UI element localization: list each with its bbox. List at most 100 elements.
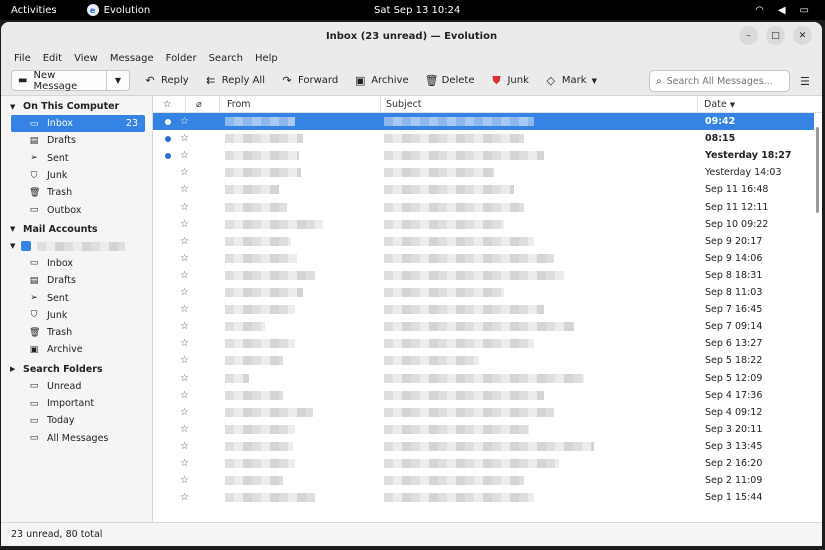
reply-all-button[interactable]: ⇇ Reply All xyxy=(205,74,265,87)
minimize-button[interactable]: – xyxy=(739,26,758,45)
star-icon[interactable]: ☆ xyxy=(180,458,189,469)
account-folder-junk[interactable]: ⛉ Junk xyxy=(1,307,152,324)
section-on-this-computer[interactable]: ▼ On This Computer xyxy=(1,98,152,115)
star-icon[interactable]: ☆ xyxy=(180,167,189,178)
table-row[interactable]: ☆ 08:15 xyxy=(153,130,814,147)
delete-button[interactable]: 🗑 Delete xyxy=(425,74,475,87)
maximize-button[interactable]: □ xyxy=(766,26,785,45)
from-column-header[interactable]: From xyxy=(227,99,251,110)
star-icon[interactable]: ☆ xyxy=(180,253,189,264)
account-folder-drafts[interactable]: ▤ Drafts xyxy=(1,272,152,289)
date-column-header[interactable]: Date ▼ xyxy=(704,99,735,110)
folder-outbox[interactable]: ▭ Outbox xyxy=(1,201,152,218)
menu-search[interactable]: Search xyxy=(209,53,243,64)
table-row[interactable]: ☆ Sep 6 13:27 xyxy=(153,335,814,352)
search-folder-important[interactable]: ▭ Important xyxy=(1,395,152,412)
table-row[interactable]: ☆ Sep 3 20:11 xyxy=(153,421,814,438)
mark-button[interactable]: ◇ Mark ▼ xyxy=(545,74,597,87)
table-row[interactable]: ☆ Sep 8 18:31 xyxy=(153,267,814,284)
star-icon[interactable]: ☆ xyxy=(180,133,189,144)
section-search-folders[interactable]: ▶ Search Folders xyxy=(1,361,152,378)
table-row[interactable]: ☆ Sep 3 13:45 xyxy=(153,438,814,455)
menu-message[interactable]: Message xyxy=(110,53,154,64)
junk-button[interactable]: ⛊ Junk xyxy=(490,74,529,88)
forward-button[interactable]: ↷ Forward xyxy=(281,74,338,87)
vertical-scrollbar[interactable] xyxy=(814,113,820,213)
inbox-icon: ▭ xyxy=(29,258,39,269)
clock[interactable]: Sat Sep 13 10:24 xyxy=(374,5,460,16)
star-icon[interactable]: ☆ xyxy=(180,304,189,315)
table-row[interactable]: ☆ Sep 5 12:09 xyxy=(153,370,814,387)
table-row[interactable]: ☆ Sep 2 11:09 xyxy=(153,472,814,489)
hamburger-menu-icon[interactable]: ☰ xyxy=(800,75,810,88)
star-icon[interactable]: ☆ xyxy=(180,219,189,230)
folder-sent[interactable]: ➢ Sent xyxy=(1,150,152,167)
table-row[interactable]: ☆ 09:42 xyxy=(153,113,814,131)
close-button[interactable]: ✕ xyxy=(793,26,812,45)
table-row[interactable]: ☆ Sep 9 20:17 xyxy=(153,233,814,250)
search-box[interactable]: ⌕ xyxy=(649,70,790,92)
table-row[interactable]: ☆ Sep 4 09:12 xyxy=(153,404,814,421)
folder-drafts[interactable]: ▤ Drafts xyxy=(1,132,152,149)
menu-file[interactable]: File xyxy=(14,53,31,64)
star-icon[interactable]: ☆ xyxy=(180,184,189,195)
table-row[interactable]: ☆ Sep 5 18:22 xyxy=(153,352,814,369)
search-folder-today[interactable]: ▭ Today xyxy=(1,412,152,429)
table-row[interactable]: ☆ Yesterday 14:03 xyxy=(153,164,814,181)
app-menu[interactable]: e Evolution xyxy=(86,4,150,16)
star-icon[interactable]: ☆ xyxy=(180,236,189,247)
star-icon[interactable]: ☆ xyxy=(180,321,189,332)
star-column-icon[interactable]: ☆ xyxy=(163,99,172,110)
folder-junk[interactable]: ⛉ Junk xyxy=(1,167,152,184)
table-row[interactable]: ☆ Sep 11 12:11 xyxy=(153,199,814,216)
account-folder-trash[interactable]: 🗑 Trash xyxy=(1,324,152,341)
star-icon[interactable]: ☆ xyxy=(180,441,189,452)
table-row[interactable]: ☆ Sep 4 17:36 xyxy=(153,387,814,404)
menu-folder[interactable]: Folder xyxy=(166,53,197,64)
search-folder-all-messages[interactable]: ▭ All Messages xyxy=(1,429,152,446)
menu-view[interactable]: View xyxy=(74,53,98,64)
star-icon[interactable]: ☆ xyxy=(180,355,189,366)
folder-inbox[interactable]: ▭ Inbox 23 xyxy=(11,115,145,133)
search-input[interactable] xyxy=(666,75,777,87)
star-icon[interactable]: ☆ xyxy=(180,390,189,401)
star-icon[interactable]: ☆ xyxy=(180,202,189,213)
table-row[interactable]: ☆ Sep 1 15:44 xyxy=(153,489,814,506)
star-icon[interactable]: ☆ xyxy=(180,492,189,503)
table-row[interactable]: ☆ Sep 11 16:48 xyxy=(153,181,814,198)
account-folder-inbox[interactable]: ▭ Inbox xyxy=(1,255,152,272)
star-icon[interactable]: ☆ xyxy=(180,116,189,127)
attachment-column-icon[interactable]: ⌀ xyxy=(196,99,202,110)
star-icon[interactable]: ☆ xyxy=(180,150,189,161)
archive-button[interactable]: ▣ Archive xyxy=(354,74,409,87)
table-row[interactable]: ☆ Sep 8 11:03 xyxy=(153,284,814,301)
table-row[interactable]: ☆ Yesterday 18:27 xyxy=(153,147,814,164)
folder-trash[interactable]: 🗑 Trash xyxy=(1,184,152,201)
star-icon[interactable]: ☆ xyxy=(180,475,189,486)
star-icon[interactable]: ☆ xyxy=(180,424,189,435)
star-icon[interactable]: ☆ xyxy=(180,338,189,349)
star-icon[interactable]: ☆ xyxy=(180,270,189,281)
star-icon[interactable]: ☆ xyxy=(180,373,189,384)
system-tray[interactable]: ◠ ◀ ▭ xyxy=(755,5,809,16)
new-message-dropdown[interactable]: ▼ xyxy=(107,71,129,90)
menu-edit[interactable]: Edit xyxy=(43,53,62,64)
table-row[interactable]: ☆ Sep 9 14:06 xyxy=(153,250,814,267)
account-folder-archive[interactable]: ▣ Archive xyxy=(1,341,152,358)
table-row[interactable]: ☆ Sep 2 16:20 xyxy=(153,455,814,472)
subject-column-header[interactable]: Subject xyxy=(386,99,422,110)
section-mail-accounts[interactable]: ▼ Mail Accounts xyxy=(1,221,152,238)
search-folder-unread[interactable]: ▭ Unread xyxy=(1,378,152,395)
star-icon[interactable]: ☆ xyxy=(180,407,189,418)
table-row[interactable]: ☆ Sep 7 09:14 xyxy=(153,318,814,335)
new-message-button[interactable]: ▬ New Message xyxy=(12,70,107,92)
table-row[interactable]: ☆ Sep 7 16:45 xyxy=(153,301,814,318)
account-row[interactable]: ▼ xyxy=(1,238,152,255)
scrollbar-thumb[interactable] xyxy=(816,127,819,213)
account-folder-sent[interactable]: ➢ Sent xyxy=(1,289,152,306)
menu-help[interactable]: Help xyxy=(255,53,278,64)
reply-button[interactable]: ↶ Reply xyxy=(144,74,188,87)
star-icon[interactable]: ☆ xyxy=(180,287,189,298)
activities-button[interactable]: Activities xyxy=(11,5,57,16)
table-row[interactable]: ☆ Sep 10 09:22 xyxy=(153,216,814,233)
